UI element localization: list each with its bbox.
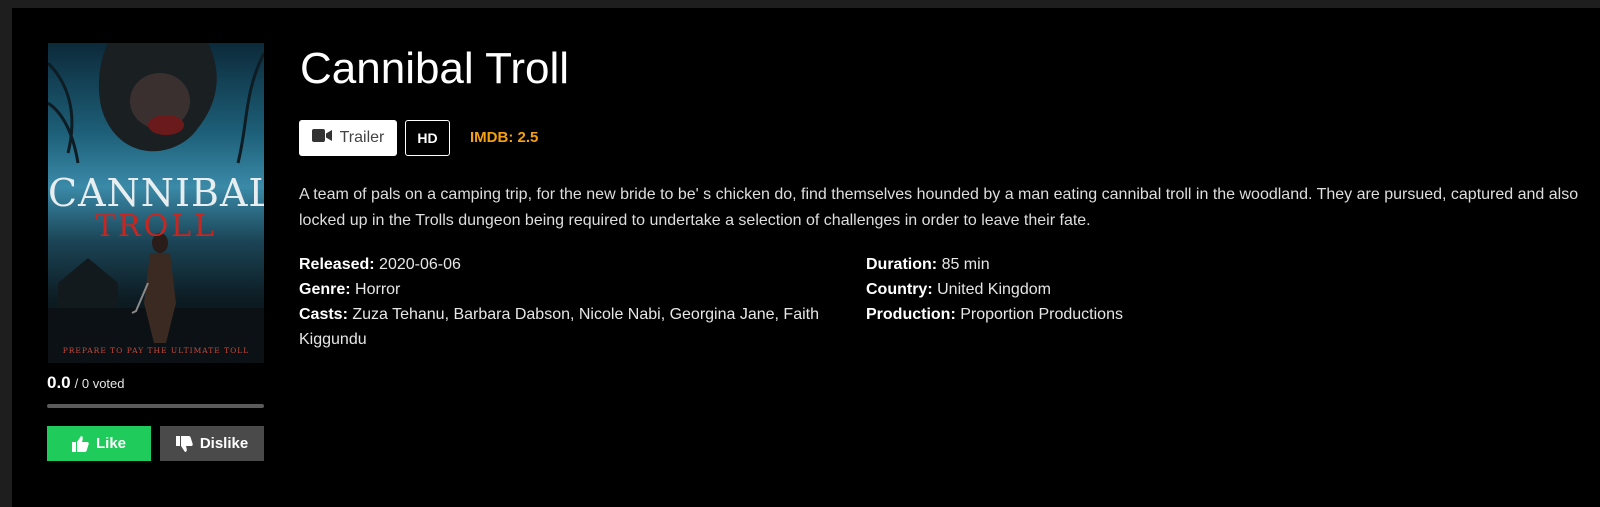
duration-label: Duration: [866, 256, 938, 273]
detail-released: Released: 2020-06-06 [299, 252, 839, 277]
movie-detail-panel: CANNIBAL TROLL PREPARE TO PAY THE ULTIMA… [12, 8, 1600, 507]
details-left: Released: 2020-06-06 Genre: Horror Casts… [299, 252, 839, 352]
like-label: Like [95, 435, 126, 452]
detail-duration: Duration: 85 min [866, 252, 1366, 277]
country-link[interactable]: United Kingdom [937, 281, 1051, 298]
rating-votes: / 0 voted [74, 376, 125, 391]
thumbs-up-icon [71, 435, 89, 452]
movie-poster: CANNIBAL TROLL PREPARE TO PAY THE ULTIMA… [48, 43, 264, 363]
genre-link[interactable]: Horror [355, 281, 400, 298]
like-button[interactable]: Like [47, 426, 151, 461]
poster-tagline: PREPARE TO PAY THE ULTIMATE TOLL [62, 346, 250, 355]
dislike-label: Dislike [199, 435, 249, 452]
rating-score: 0.0 [47, 373, 71, 392]
casts-value[interactable]: Zuza Tehanu, Barbara Dabson, Nicole Nabi… [299, 306, 819, 348]
production-label: Production: [866, 306, 956, 323]
duration-value: 85 min [941, 256, 990, 273]
rating-bar [47, 404, 264, 408]
details-right: Duration: 85 min Country: United Kingdom… [866, 252, 1366, 327]
trailer-button[interactable]: Trailer [299, 120, 397, 156]
quality-badge: HD [405, 120, 450, 156]
detail-genre: Genre: Horror [299, 277, 839, 302]
detail-production: Production: Proportion Productions [866, 302, 1366, 327]
production-value: Proportion Productions [960, 306, 1123, 323]
imdb-rating: IMDB: 2.5 [470, 129, 539, 146]
casts-label: Casts: [299, 306, 348, 323]
trailer-label: Trailer [339, 129, 385, 146]
dislike-button[interactable]: Dislike [160, 426, 264, 461]
released-value: 2020-06-06 [379, 256, 461, 273]
detail-country: Country: United Kingdom [866, 277, 1366, 302]
country-label: Country: [866, 281, 933, 298]
movie-title: Cannibal Troll [300, 44, 570, 93]
movie-description: A team of pals on a camping trip, for th… [299, 186, 1579, 229]
genre-label: Genre: [299, 281, 351, 298]
thumbs-down-icon [175, 435, 193, 452]
video-camera-icon [311, 129, 332, 147]
user-rating: 0.0/ 0 voted [47, 373, 125, 393]
released-label: Released: [299, 256, 375, 273]
poster-title-line2: TROLL [94, 209, 218, 244]
detail-casts: Casts: Zuza Tehanu, Barbara Dabson, Nico… [299, 302, 839, 352]
